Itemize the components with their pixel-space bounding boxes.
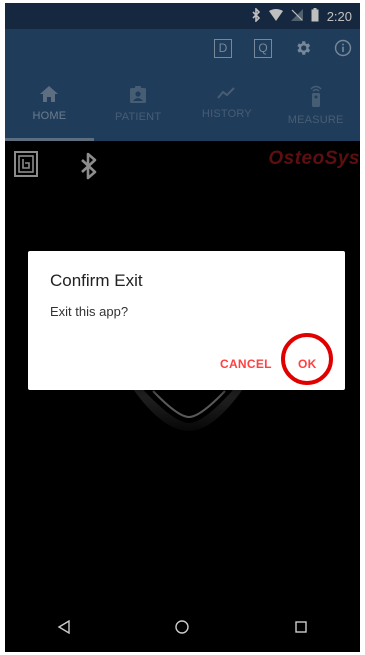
home-circle-icon bbox=[175, 620, 190, 634]
back-button[interactable] bbox=[44, 607, 84, 647]
cancel-button[interactable]: CANCEL bbox=[220, 357, 272, 371]
phone-screen: 2:20 D Q HOME PATIENT HISTORY MEASURE Os… bbox=[5, 3, 360, 652]
home-button[interactable] bbox=[162, 607, 202, 647]
dialog-title: Confirm Exit bbox=[50, 271, 143, 290]
ok-highlight-ring bbox=[281, 333, 333, 385]
back-icon bbox=[57, 620, 70, 634]
recents-button[interactable] bbox=[281, 607, 321, 647]
nav-bar bbox=[5, 602, 360, 652]
recents-icon bbox=[295, 621, 307, 633]
dialog-message: Exit this app? bbox=[50, 304, 129, 319]
